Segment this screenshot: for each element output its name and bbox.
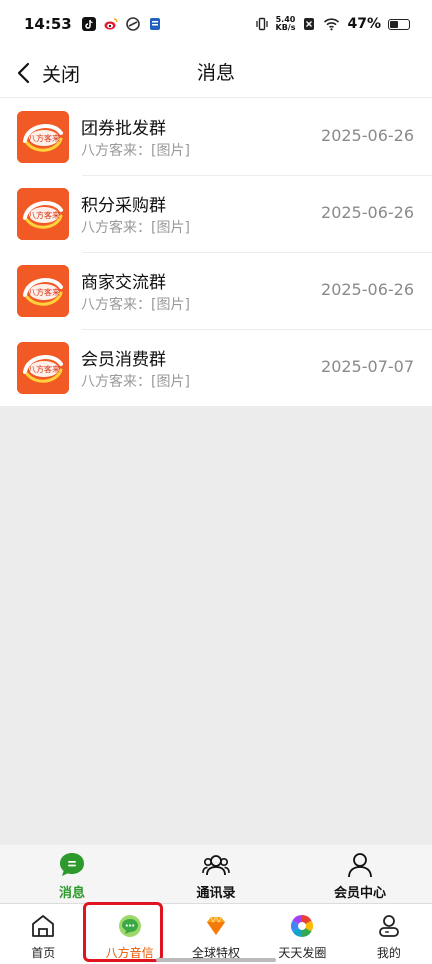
tab-member-center[interactable]: 会员中心 bbox=[288, 845, 432, 903]
chat-name: 团券批发群 bbox=[81, 119, 166, 139]
nav-label: 八方音信 bbox=[105, 946, 154, 960]
chat-preview: 八方客来：[图片] bbox=[81, 297, 190, 313]
status-time: 14:53 bbox=[24, 15, 72, 33]
status-left: 14:53 bbox=[24, 15, 162, 33]
nav-global-privileges[interactable]: 全球特权 bbox=[173, 904, 259, 964]
title-bar: 关闭 消息 bbox=[0, 48, 432, 98]
message-icon bbox=[118, 915, 141, 937]
chat-name: 会员消费群 bbox=[81, 350, 166, 370]
home-icon bbox=[32, 915, 55, 937]
chat-list: 八方客来 团券批发群 八方客来：[图片] 2025-06-26 八方客来 积分采… bbox=[0, 98, 432, 406]
tab-contacts[interactable]: 通讯录 bbox=[144, 845, 288, 903]
link-app-icon bbox=[125, 17, 140, 31]
chat-preview: 八方客来：[图片] bbox=[81, 143, 190, 159]
chat-preview: 八方客来：[图片] bbox=[81, 220, 190, 236]
group-avatar: 八方客来 bbox=[17, 187, 69, 240]
chat-preview: 八方客来：[图片] bbox=[81, 374, 190, 390]
chat-item-shangjia[interactable]: 八方客来 商家交流群 八方客来：[图片] 2025-06-26 bbox=[0, 252, 432, 329]
chat-item-jifen[interactable]: 八方客来 积分采购群 八方客来：[图片] 2025-06-26 bbox=[0, 175, 432, 252]
weibo-icon bbox=[104, 18, 118, 30]
nav-bafang-messages[interactable]: 八方音信 bbox=[86, 904, 172, 964]
bottom-nav: 首页 八方音信 全球特权 天天发圈 我的 bbox=[0, 903, 432, 964]
notification-app-icon bbox=[149, 18, 160, 30]
tab-label: 消息 bbox=[58, 886, 85, 901]
contacts-icon bbox=[202, 855, 230, 876]
group-avatar: 八方客来 bbox=[17, 341, 69, 394]
chat-date: 2025-07-07 bbox=[321, 357, 414, 376]
chat-date: 2025-06-26 bbox=[321, 126, 414, 145]
nav-home[interactable]: 首页 bbox=[0, 904, 86, 964]
bafang-logo-icon: 八方客来 bbox=[17, 264, 69, 317]
battery-level bbox=[390, 20, 399, 28]
chat-date: 2025-06-26 bbox=[321, 280, 414, 299]
vibrate-icon bbox=[255, 17, 268, 31]
group-avatar: 八方客来 bbox=[17, 110, 69, 163]
chat-item-huiyuan[interactable]: 八方客来 会员消费群 八方客来：[图片] 2025-07-07 bbox=[0, 329, 432, 406]
tab-label: 会员中心 bbox=[333, 886, 386, 901]
net-speed: 5.40 KB/s bbox=[276, 16, 296, 32]
nav-mine[interactable]: 我的 bbox=[346, 904, 432, 964]
chat-name: 积分采购群 bbox=[81, 196, 166, 216]
tab-label: 通讯录 bbox=[196, 886, 236, 901]
avatar-text: 八方客来 bbox=[28, 364, 60, 374]
bafang-logo-icon: 八方客来 bbox=[17, 110, 69, 163]
home-indicator[interactable] bbox=[156, 958, 276, 962]
status-bar: 14:53 5.40 KB/s 47% bbox=[0, 0, 432, 48]
status-right: 5.40 KB/s 47% bbox=[255, 16, 410, 32]
diamond-icon bbox=[207, 916, 226, 935]
chat-name: 商家交流群 bbox=[81, 273, 166, 293]
avatar-text: 八方客来 bbox=[28, 287, 60, 297]
chat-bubble-icon bbox=[60, 853, 84, 876]
nav-label: 天天发圈 bbox=[278, 946, 327, 960]
tab-messages[interactable]: 消息 bbox=[0, 845, 144, 903]
sim-off-icon bbox=[304, 18, 315, 30]
bafang-logo-icon: 八方客来 bbox=[17, 187, 69, 240]
avatar-text: 八方客来 bbox=[28, 210, 60, 220]
nav-label: 首页 bbox=[31, 946, 56, 960]
close-label: 关闭 bbox=[42, 63, 81, 86]
close-button[interactable]: 关闭 bbox=[16, 56, 80, 90]
bafang-logo-icon: 八方客来 bbox=[17, 341, 69, 394]
tiktok-icon bbox=[81, 17, 96, 31]
nav-label: 我的 bbox=[376, 946, 401, 960]
profile-icon bbox=[378, 915, 399, 937]
battery-icon bbox=[388, 18, 410, 30]
group-avatar: 八方客来 bbox=[17, 264, 69, 317]
avatar-text: 八方客来 bbox=[28, 133, 60, 143]
nav-daily-posts[interactable]: 天天发圈 bbox=[259, 904, 345, 964]
person-icon bbox=[348, 853, 372, 878]
chevron-left-icon bbox=[17, 62, 30, 84]
wifi-icon bbox=[324, 18, 340, 31]
aperture-icon bbox=[291, 915, 314, 937]
net-speed-unit: KB/s bbox=[275, 23, 296, 32]
inner-tab-bar: 消息 通讯录 会员中心 bbox=[0, 845, 432, 903]
chat-item-tuanquan[interactable]: 八方客来 团券批发群 八方客来：[图片] 2025-06-26 bbox=[0, 98, 432, 175]
chat-date: 2025-06-26 bbox=[321, 203, 414, 222]
battery-percent: 47% bbox=[347, 16, 381, 32]
